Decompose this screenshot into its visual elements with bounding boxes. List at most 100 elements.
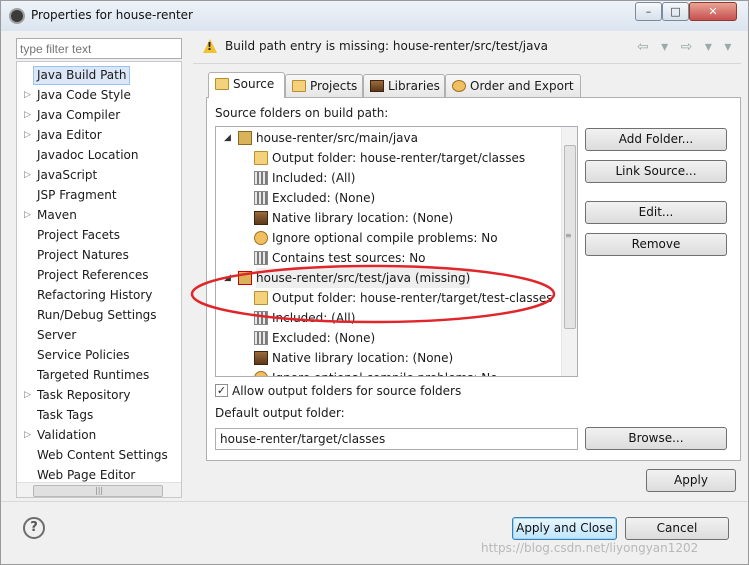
property-page-item[interactable]: Targeted Runtimes xyxy=(17,365,181,385)
apply-button[interactable]: Apply xyxy=(646,469,736,492)
property-page-item[interactable]: Task Tags xyxy=(17,405,181,425)
expand-arrow-icon[interactable]: ▷ xyxy=(24,385,31,405)
property-page-item[interactable]: Web Content Settings xyxy=(17,445,181,465)
property-page-item[interactable]: ▷ Task Repository xyxy=(17,385,181,405)
tab-source[interactable]: Source xyxy=(208,72,285,98)
source-attribute-row[interactable]: Native library location: (None) xyxy=(254,208,554,228)
source-tree-label: Output folder: house-renter/target/test-… xyxy=(272,291,553,305)
property-page-item[interactable]: Run/Debug Settings xyxy=(17,305,181,325)
source-attribute-row[interactable]: Included: (All) xyxy=(254,308,554,328)
status-message: Build path entry is missing: house-rente… xyxy=(225,39,548,53)
header-divider xyxy=(193,63,741,64)
source-attribute-row[interactable]: Output folder: house-renter/target/class… xyxy=(254,148,554,168)
property-page-item[interactable]: ▷ Maven xyxy=(17,205,181,225)
libraries-icon xyxy=(370,80,384,92)
source-folders-tree[interactable]: Ignore optional compile problems: No Nati… xyxy=(215,126,578,377)
property-page-label: Java Compiler xyxy=(37,108,121,122)
link-source-button[interactable]: Link Source... xyxy=(585,160,727,183)
minimize-button[interactable]: – xyxy=(635,2,662,21)
package-folder-icon xyxy=(238,131,252,145)
source-tree-label: house-renter/src/main/java xyxy=(256,131,418,145)
property-page-item[interactable]: Project Facets xyxy=(17,225,181,245)
property-page-item[interactable]: Service Policies xyxy=(17,345,181,365)
collapse-arrow-icon[interactable]: ◢ xyxy=(224,268,231,288)
test-sources-icon xyxy=(254,251,268,265)
expand-arrow-icon[interactable]: ▷ xyxy=(24,125,31,145)
missing-package-folder-icon xyxy=(238,271,252,285)
property-page-label: Project References xyxy=(37,268,149,282)
apply-and-close-button[interactable]: Apply and Close xyxy=(512,517,617,540)
scroll-grip-icon: ||| xyxy=(95,486,104,495)
order-export-icon xyxy=(452,80,466,92)
tab-projects[interactable]: Projects xyxy=(285,74,363,98)
expand-arrow-icon[interactable]: ▷ xyxy=(24,205,31,225)
property-page-label: JavaScript xyxy=(37,168,98,182)
allow-output-folders-checkbox[interactable]: ✓ xyxy=(215,384,228,397)
property-page-label: Task Repository xyxy=(37,388,131,402)
property-page-item[interactable]: ▷ Validation xyxy=(17,425,181,445)
tab-label: Libraries xyxy=(388,79,440,93)
remove-button[interactable]: Remove xyxy=(585,233,727,256)
property-page-label: Service Policies xyxy=(37,348,130,362)
property-page-item[interactable]: ▷ Java Editor xyxy=(17,125,181,145)
expand-arrow-icon[interactable]: ▷ xyxy=(24,165,31,185)
tab-label: Projects xyxy=(310,79,358,93)
property-page-label: Project Facets xyxy=(37,228,120,242)
expand-arrow-icon[interactable]: ▷ xyxy=(24,105,31,125)
filter-input[interactable] xyxy=(16,38,182,59)
property-page-item[interactable]: Refactoring History xyxy=(17,285,181,305)
property-page-item[interactable]: ▷ Java Code Style xyxy=(17,85,181,105)
close-button[interactable]: ✕ xyxy=(689,2,737,21)
edit-button[interactable]: Edit... xyxy=(585,201,727,224)
source-attribute-row[interactable]: Included: (All) xyxy=(254,168,554,188)
source-tree-vertical-scrollbar[interactable]: ≡ xyxy=(561,127,577,376)
source-tree-label: Ignore optional compile problems: No xyxy=(272,231,498,245)
default-output-folder-field[interactable]: house-renter/target/classes xyxy=(215,428,578,450)
source-attribute-row[interactable]: Ignore optional compile problems: No xyxy=(254,368,554,376)
property-page-label: Task Tags xyxy=(37,408,94,422)
property-page-item[interactable]: ▷ JavaScript xyxy=(17,165,181,185)
expand-arrow-icon[interactable]: ▷ xyxy=(24,85,31,105)
output-folder-icon xyxy=(254,151,268,165)
property-page-item[interactable]: Project Natures xyxy=(17,245,181,265)
source-attribute-row[interactable]: Output folder: house-renter/target/test-… xyxy=(254,288,554,308)
property-page-label: Maven xyxy=(37,208,77,222)
source-attribute-row[interactable]: Excluded: (None) xyxy=(254,328,554,348)
scroll-grip-icon: ≡ xyxy=(565,231,572,240)
property-page-item[interactable]: JSP Fragment xyxy=(17,185,181,205)
tab-libraries[interactable]: Libraries xyxy=(363,74,445,98)
warning-exclamation-icon: ! xyxy=(207,40,213,53)
source-folder-row[interactable]: ◢ house-renter/src/test/java (missing) xyxy=(224,268,538,288)
browse-button[interactable]: Browse... xyxy=(585,427,727,450)
left-tree-vertical-scrollbar[interactable] xyxy=(181,62,182,482)
tab-order-and-export[interactable]: Order and Export xyxy=(445,74,581,98)
property-page-item[interactable]: Server xyxy=(17,325,181,345)
exclusion-filter-icon xyxy=(254,191,268,205)
property-page-item[interactable]: Java Build Path xyxy=(17,65,181,85)
add-folder-button[interactable]: Add Folder... xyxy=(585,128,727,151)
source-folder-row[interactable]: ◢ house-renter/src/main/java xyxy=(224,128,538,148)
source-attribute-row[interactable]: Native library location: (None) xyxy=(254,348,554,368)
property-page-item[interactable]: Javadoc Location xyxy=(17,145,181,165)
maximize-button[interactable]: □ xyxy=(662,2,689,21)
left-tree-horizontal-scrollbar[interactable]: ||| xyxy=(17,482,181,497)
source-attribute-row[interactable]: Excluded: (None) xyxy=(254,188,554,208)
source-attribute-row[interactable]: Contains test sources: No xyxy=(254,248,554,268)
output-folder-icon xyxy=(254,291,268,305)
allow-output-folders-label: Allow output folders for source folders xyxy=(232,384,462,398)
native-library-icon xyxy=(254,351,268,365)
source-attribute-row[interactable]: Ignore optional compile problems: No xyxy=(254,228,554,248)
source-tree-label: Native library location: (None) xyxy=(272,351,454,365)
property-page-label: Refactoring History xyxy=(37,288,153,302)
source-tree-label: Native library location: (None) xyxy=(272,211,454,225)
source-tree-label: Ignore optional compile problems: No xyxy=(272,368,498,376)
tab-label: Source xyxy=(233,77,275,91)
property-page-item[interactable]: Project References xyxy=(17,265,181,285)
expand-arrow-icon[interactable]: ▷ xyxy=(24,425,31,445)
property-page-item[interactable]: ▷ Java Compiler xyxy=(17,105,181,125)
cancel-button[interactable]: Cancel xyxy=(625,517,729,540)
page-navigation-arrows[interactable]: ⇦ ▾ ⇨ ▾ ▾ xyxy=(637,39,735,55)
collapse-arrow-icon[interactable]: ◢ xyxy=(224,128,231,148)
help-icon[interactable]: ? xyxy=(23,517,45,539)
property-page-label: Javadoc Location xyxy=(37,148,139,162)
